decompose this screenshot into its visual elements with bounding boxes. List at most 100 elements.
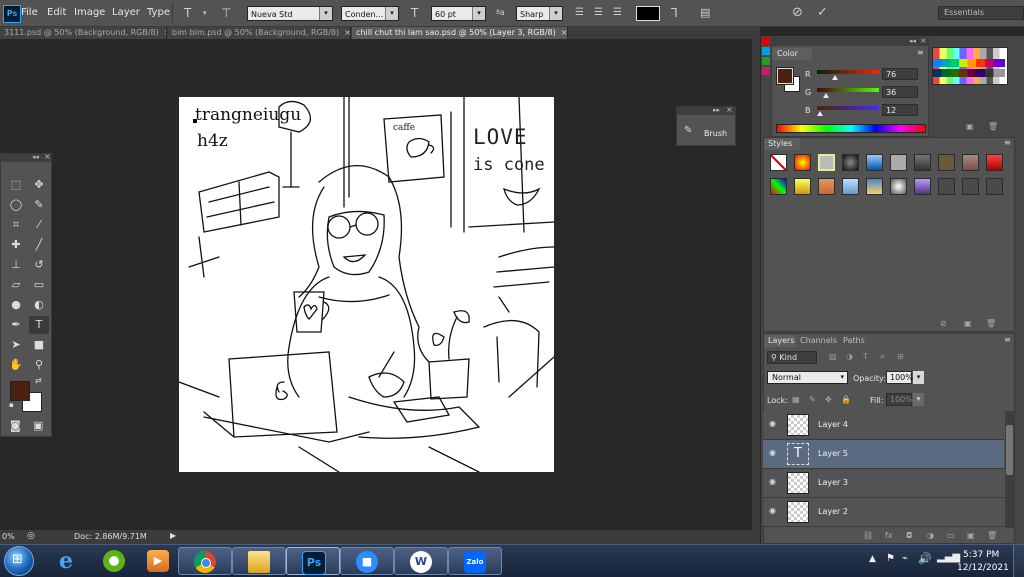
taskbar-photoshop[interactable]: Ps xyxy=(286,547,340,575)
swap-colors-icon[interactable]: ⇄ xyxy=(35,376,42,385)
ps-logo-icon[interactable]: Ps xyxy=(3,5,21,23)
brush-icon[interactable]: ✎ xyxy=(684,125,692,136)
taskbar-ie[interactable]: e xyxy=(40,547,94,575)
color-panel-header[interactable]: ◂◂ × xyxy=(772,36,928,46)
cancel-icon[interactable]: ⊘ xyxy=(792,0,803,26)
menu-type[interactable]: Type xyxy=(147,0,170,26)
status-info-icon[interactable]: ◎ xyxy=(27,531,35,541)
style-swatch[interactable] xyxy=(794,154,811,171)
filter-type-icon[interactable]: T xyxy=(863,352,868,361)
tab-bim-bim[interactable]: bim bim.psd @ 50% (Background, RGB/8) × xyxy=(168,27,351,39)
menu-layer[interactable]: Layer xyxy=(112,0,140,26)
chevron-down-icon[interactable]: ▾ xyxy=(203,0,207,26)
screen-mode-icon[interactable]: ▣ xyxy=(33,419,43,432)
font-size-select[interactable]: 60 pt ▾ xyxy=(431,6,486,21)
style-swatch[interactable] xyxy=(866,154,883,171)
style-swatch-none[interactable] xyxy=(770,154,787,171)
close-icon[interactable]: × xyxy=(164,28,166,37)
warp-text-icon[interactable]: Ꞁ xyxy=(671,0,678,26)
style-swatch[interactable] xyxy=(842,178,859,195)
clear-style-icon[interactable]: ⊘ xyxy=(940,319,947,328)
close-icon[interactable]: × xyxy=(44,152,51,161)
lock-position-icon[interactable]: ✥ xyxy=(825,395,832,404)
opacity-dropdown[interactable]: ▾ xyxy=(913,371,924,384)
style-swatch[interactable] xyxy=(794,178,811,195)
pen-tool-icon[interactable]: ✒ xyxy=(6,316,26,334)
layer-mask-icon[interactable]: ◘ xyxy=(906,531,912,540)
color-panel-fg-swatch[interactable] xyxy=(777,68,793,84)
close-icon[interactable]: × xyxy=(344,28,350,37)
volume-icon[interactable]: 🔊 xyxy=(918,552,932,565)
filter-pixel-icon[interactable]: ▨ xyxy=(829,352,837,361)
stamp-tool-icon[interactable]: ⊥ xyxy=(6,256,26,274)
swatches-row[interactable] xyxy=(933,69,1005,77)
taskbar-zoom[interactable]: ■ xyxy=(340,547,394,575)
dodge-tool-icon[interactable]: ◐ xyxy=(29,296,49,314)
show-hidden-icons-icon[interactable]: ▲ xyxy=(869,554,876,564)
g-slider-thumb[interactable] xyxy=(822,93,829,98)
tab-3111[interactable]: 3111.psd @ 50% (Background, RGB/8) × xyxy=(0,27,167,39)
layer-name[interactable]: Layer 4 xyxy=(818,420,848,429)
swatches-row[interactable] xyxy=(933,59,1005,67)
layers-scrollbar[interactable] xyxy=(1005,411,1014,528)
document-canvas[interactable]: trangneiugu h4z caffe LOVE is cone xyxy=(179,97,554,472)
new-layer-icon[interactable]: ▣ xyxy=(967,531,975,540)
style-swatch[interactable] xyxy=(986,178,1003,195)
taskbar-file-explorer[interactable] xyxy=(232,547,286,575)
visibility-eye-icon[interactable]: ◉ xyxy=(769,478,779,486)
tools-panel-header[interactable]: ◂◂ × xyxy=(1,152,51,162)
default-colors-icon[interactable]: ▪ xyxy=(9,401,14,409)
blend-mode-select[interactable]: Normal ▾ xyxy=(767,371,848,384)
menu-edit[interactable]: Edit xyxy=(47,0,66,26)
adjustment-layer-icon[interactable]: ◑ xyxy=(927,531,934,540)
brush-panel-header[interactable]: ▸▸ × xyxy=(677,105,735,115)
start-button[interactable]: ⊞ xyxy=(4,546,34,576)
text-color-swatch[interactable] xyxy=(636,6,660,21)
marquee-tool-icon[interactable]: ⬚ xyxy=(6,176,26,194)
r-slider[interactable] xyxy=(817,70,879,74)
style-swatch[interactable] xyxy=(890,178,907,195)
mini-swatch[interactable] xyxy=(762,67,770,75)
layer-row-layer-4[interactable]: ◉ Layer 4 xyxy=(763,411,1004,440)
trash-icon[interactable]: 🗑 xyxy=(987,531,997,540)
layer-name[interactable]: Layer 2 xyxy=(818,507,848,516)
taskbar-zalo[interactable]: Zalo xyxy=(448,547,502,575)
filter-smart-icon[interactable]: ⊞ xyxy=(897,352,904,361)
collapse-icon[interactable]: ◂◂ xyxy=(32,153,39,161)
eraser-tool-icon[interactable]: ▱ xyxy=(6,276,26,294)
align-right-icon[interactable]: ☰ xyxy=(613,0,622,26)
clock-time[interactable]: 5:37 PM xyxy=(963,550,999,560)
r-value-field[interactable]: 76 xyxy=(882,68,918,80)
collapse-icon[interactable]: ◂◂ xyxy=(909,37,916,45)
lock-transparency-icon[interactable]: ▦ xyxy=(792,395,800,404)
layer-name[interactable]: Layer 5 xyxy=(818,449,848,458)
filter-adjustment-icon[interactable]: ◑ xyxy=(846,352,853,361)
opacity-field[interactable]: 100% xyxy=(886,371,913,384)
align-left-icon[interactable]: ☰ xyxy=(575,0,584,26)
workspace-select[interactable]: Essentials xyxy=(938,6,1024,20)
crop-tool-icon[interactable]: ⌗ xyxy=(6,216,26,234)
style-swatch[interactable] xyxy=(914,154,931,171)
taskbar-chrome[interactable] xyxy=(178,547,232,575)
trash-icon[interactable]: 🗑 xyxy=(986,319,996,328)
link-layers-icon[interactable]: ⛓ xyxy=(863,531,873,540)
layer-style-icon[interactable]: fx xyxy=(885,531,893,540)
hand-tool-icon[interactable]: ✋ xyxy=(6,356,26,374)
fill-field[interactable]: 100% xyxy=(886,393,913,406)
move-tool-icon[interactable]: ✥ xyxy=(29,176,49,194)
style-swatch[interactable] xyxy=(890,154,907,171)
brush-panel-label[interactable]: Brush xyxy=(704,129,727,138)
usb-icon[interactable]: ⌁ xyxy=(902,553,908,564)
expand-icon[interactable]: ▸▸ xyxy=(713,106,720,114)
g-slider[interactable] xyxy=(817,88,879,92)
b-value-field[interactable]: 12 xyxy=(882,104,918,116)
align-center-icon[interactable]: ☰ xyxy=(594,0,603,26)
menu-file[interactable]: File xyxy=(21,0,38,26)
layer-name[interactable]: Layer 3 xyxy=(818,478,848,487)
b-slider-thumb[interactable] xyxy=(816,111,823,116)
mini-swatch[interactable] xyxy=(762,47,770,55)
zoom-tool-icon[interactable]: ⚲ xyxy=(29,356,49,374)
close-icon[interactable]: × xyxy=(920,36,927,45)
shape-tool-icon[interactable]: ■ xyxy=(29,336,49,354)
tab-styles[interactable]: Styles xyxy=(764,138,800,150)
